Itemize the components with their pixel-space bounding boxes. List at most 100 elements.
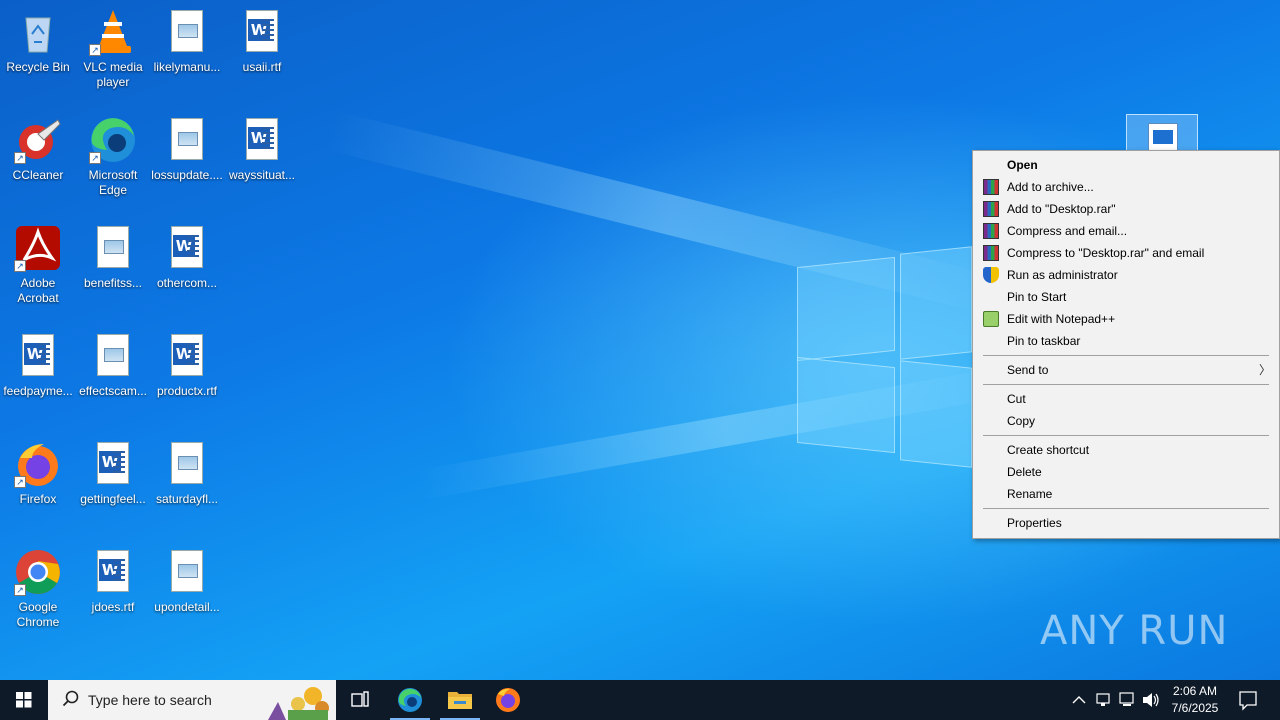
taskbar-firefox-button[interactable] [484, 680, 532, 720]
desktop-icon[interactable]: ↗ VLC media player [75, 0, 151, 90]
search-placeholder: Type here to search [88, 692, 212, 708]
menu-item-label: Cut [1007, 392, 1026, 406]
desktop-icon[interactable]: ↗ Google Chrome [0, 540, 76, 630]
context-menu: Open Add to archive... Add to "Desktop.rar… [972, 150, 1280, 539]
menu-item-label: Open [1007, 158, 1038, 172]
menu-item-run-as-administrator[interactable]: Run as administrator [973, 264, 1279, 286]
desktop-icon[interactable]: ↗ Adobe Acrobat [0, 216, 76, 306]
desktop-icon-label: Adobe Acrobat [17, 276, 59, 305]
menu-item-delete[interactable]: Delete [973, 461, 1279, 483]
desktop-icon[interactable]: Wfeedpayme... [0, 324, 76, 399]
menu-item-label: Create shortcut [1007, 443, 1090, 457]
desktop-icon-label: Recycle Bin [6, 60, 70, 74]
winrar-icon [983, 223, 999, 239]
menu-item-label: Copy [1007, 414, 1036, 428]
shortcut-arrow-icon: ↗ [14, 476, 26, 488]
taskbar-search-box[interactable]: Type here to search [48, 680, 336, 720]
acrobat-icon: ↗ [14, 224, 62, 272]
menu-item-rename[interactable]: Rename [973, 483, 1279, 505]
menu-item-compress-and-email[interactable]: Compress and email... [973, 220, 1279, 242]
tray-network-button[interactable] [1116, 680, 1138, 720]
tray-network-status[interactable] [1092, 680, 1114, 720]
desktop-icon[interactable]: effectscam... [75, 324, 151, 399]
tray-chevron-button[interactable] [1068, 680, 1090, 720]
chevron-up-icon [1072, 696, 1086, 704]
menu-item-create-shortcut[interactable]: Create shortcut [973, 439, 1279, 461]
word-file-icon: W [163, 224, 211, 272]
start-button[interactable] [0, 680, 48, 720]
winrar-icon [983, 201, 999, 217]
menu-item-add-to-archive[interactable]: Add to archive... [973, 176, 1279, 198]
shortcut-arrow-icon: ↗ [14, 260, 26, 272]
task-view-icon [351, 691, 369, 707]
menu-item-pin-to-taskbar[interactable]: Pin to taskbar [973, 330, 1279, 352]
desktop-icon[interactable]: ↗ CCleaner [0, 108, 76, 183]
desktop-icon[interactable]: benefitss... [75, 216, 151, 291]
word-file-icon: W [14, 332, 62, 380]
image-file-icon [163, 116, 211, 164]
desktop-icon[interactable]: Wgettingfeel... [75, 432, 151, 507]
uac-shield-icon [983, 267, 999, 283]
menu-item-label: Rename [1007, 487, 1053, 501]
taskbar: Type here to search 2:06 AM 7/6/2025 [0, 680, 1280, 720]
desktop-icon-label: CCleaner [12, 168, 64, 182]
desktop-icon[interactable]: Wproductx.rtf [149, 324, 225, 399]
desktop-icon[interactable]: Recycle Bin [0, 0, 76, 75]
network-status-icon [1096, 693, 1110, 706]
menu-item-cut[interactable]: Cut [973, 388, 1279, 410]
menu-item-add-to-desktop-rar[interactable]: Add to "Desktop.rar" [973, 198, 1279, 220]
desktop-icon[interactable]: lossupdate.... [149, 108, 225, 183]
menu-item-pin-to-start[interactable]: Pin to Start [973, 286, 1279, 308]
word-file-icon: W [238, 8, 286, 56]
menu-item-edit-with-notepad[interactable]: Edit with Notepad++ [973, 308, 1279, 330]
desktop-icon[interactable]: ↗ Microsoft Edge [75, 108, 151, 198]
wallpaper-logo-pane [900, 360, 972, 468]
windows-logo-icon [16, 692, 32, 708]
edge-icon [398, 688, 422, 712]
menu-item-copy[interactable]: Copy [973, 410, 1279, 432]
shortcut-arrow-icon: ↗ [89, 44, 101, 56]
taskbar-clock[interactable]: 2:06 AM 7/6/2025 [1160, 683, 1230, 717]
volume-icon [1143, 693, 1159, 707]
desktop-icon-label: Microsoft Edge [88, 168, 138, 197]
search-icon [62, 690, 79, 707]
desktop-icon-label: feedpayme... [3, 384, 73, 398]
taskbar-file-explorer-button[interactable] [436, 680, 484, 720]
desktop-icon[interactable]: Wothercom... [149, 216, 225, 291]
image-file-icon [89, 332, 137, 380]
notification-icon [1239, 691, 1257, 711]
desktop-icon-label: gettingfeel... [80, 492, 146, 506]
desktop-icon-label: Google Chrome [16, 600, 60, 629]
taskbar-edge-button[interactable] [386, 680, 434, 720]
word-file-icon: W [89, 440, 137, 488]
winrar-icon [983, 245, 999, 261]
desktop-icon[interactable]: Wusaii.rtf [224, 0, 300, 75]
vlc-icon: ↗ [89, 8, 137, 56]
desktop-icon[interactable]: Wwayssituat... [224, 108, 300, 183]
desktop-icon[interactable]: ↗ Firefox [0, 432, 76, 507]
menu-item-label: Add to archive... [1007, 180, 1094, 194]
recycle-bin-icon [14, 8, 62, 56]
desktop-icon[interactable]: saturdayfl... [149, 432, 225, 507]
shortcut-arrow-icon: ↗ [14, 584, 26, 596]
desktop-icon-label: benefitss... [83, 276, 143, 290]
action-center-button[interactable] [1232, 680, 1264, 720]
menu-item-label: Send to [1007, 363, 1049, 377]
desktop-icon[interactable]: Wjdoes.rtf [75, 540, 151, 615]
menu-item-properties[interactable]: Properties [973, 512, 1279, 534]
desktop-icon-label: saturdayfl... [155, 492, 219, 506]
menu-item-label: Delete [1007, 465, 1042, 479]
word-file-icon: W [238, 116, 286, 164]
desktop-icon-label: Firefox [19, 492, 57, 506]
firefox-icon: ↗ [14, 440, 62, 488]
task-view-button[interactable] [336, 680, 384, 720]
selected-desktop-item[interactable] [1126, 114, 1198, 151]
menu-item-open[interactable]: Open [973, 154, 1279, 176]
menu-item-send-to[interactable]: Send to 〉 [973, 359, 1279, 381]
desktop-icon[interactable]: upondetail... [149, 540, 225, 615]
clock-time: 2:06 AM [1172, 684, 1218, 698]
desktop-icon-label: upondetail... [154, 600, 220, 614]
desktop-icon[interactable]: likelymanu... [149, 0, 225, 75]
tray-volume-button[interactable] [1140, 680, 1162, 720]
menu-item-compress-to-desktop-rar-and-email[interactable]: Compress to "Desktop.rar" and email [973, 242, 1279, 264]
